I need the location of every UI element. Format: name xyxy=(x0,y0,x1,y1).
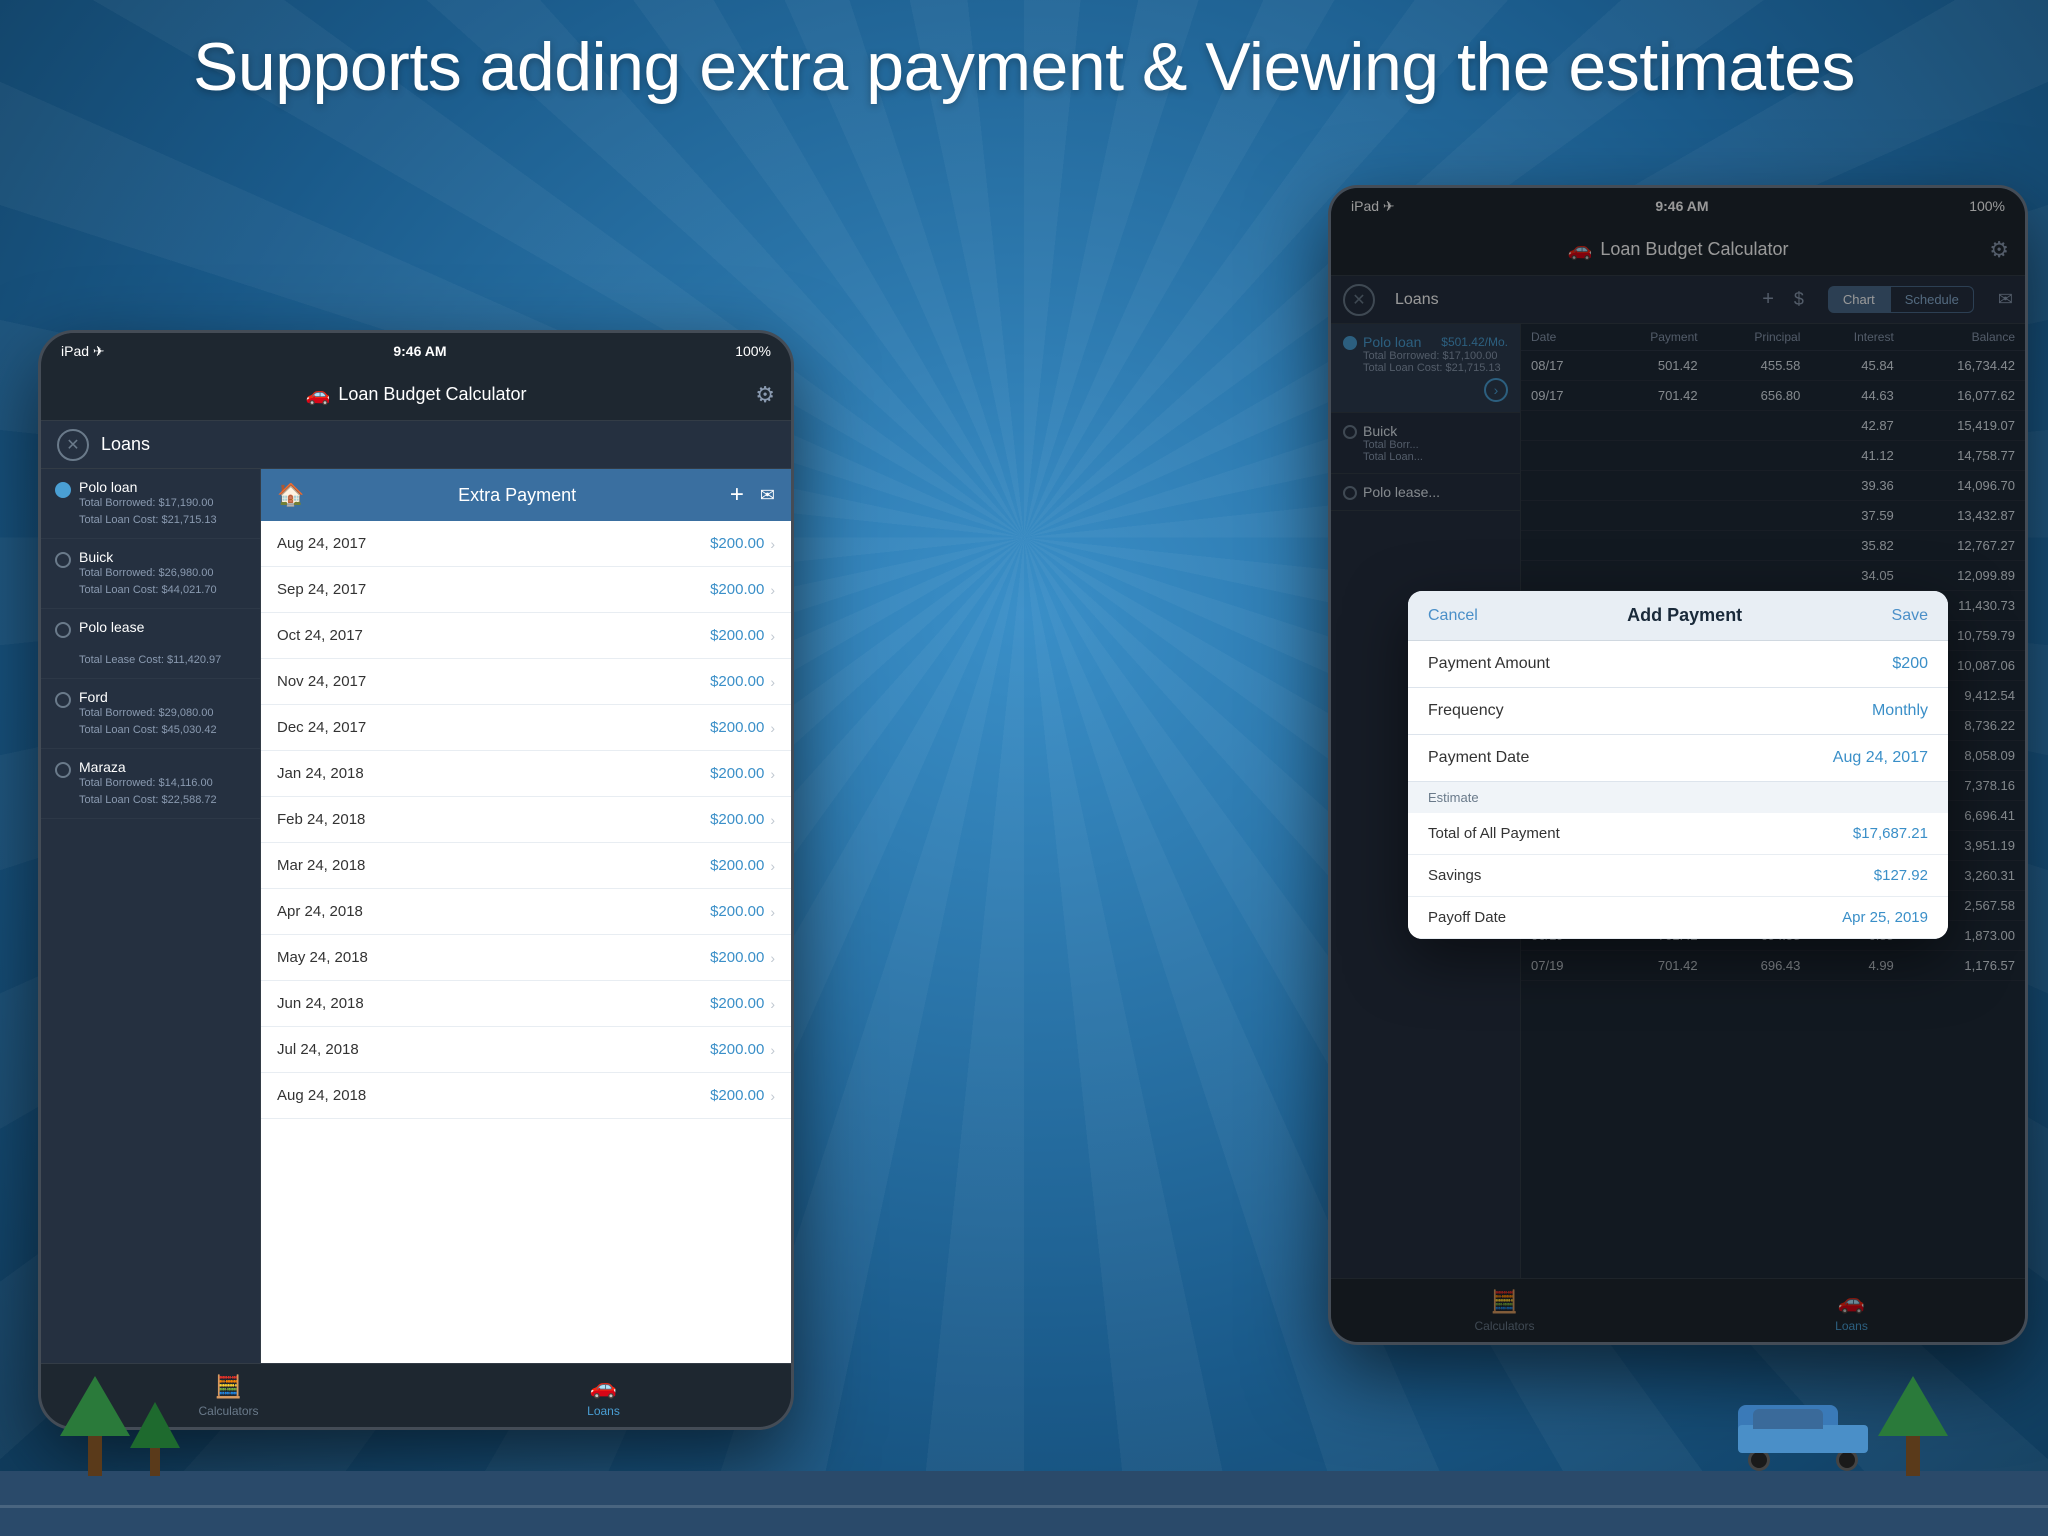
left-loans-bar: ✕ Loans xyxy=(41,421,791,469)
payment-date-label: Payment Date xyxy=(1428,749,1529,767)
modal-cancel-button[interactable]: Cancel xyxy=(1428,607,1478,625)
payment-list: Aug 24, 2017 $200.00 › Sep 24, 2017 $200… xyxy=(261,521,791,1119)
tab-loans[interactable]: 🚗 Loans xyxy=(416,1364,791,1427)
modal-overlay: Cancel Add Payment Save Payment Amount $… xyxy=(1331,188,2025,1342)
left-ipad: iPad ✈ 9:46 AM 100% 🚗 Loan Budget Calcul… xyxy=(38,330,794,1430)
tab-calculators[interactable]: 🧮 Calculators xyxy=(41,1364,416,1427)
modal-save-button[interactable]: Save xyxy=(1892,607,1928,625)
list-item[interactable]: Dec 24, 2017 $200.00 › xyxy=(261,705,791,751)
add-payment-modal: Cancel Add Payment Save Payment Amount $… xyxy=(1408,591,1948,939)
list-item[interactable]: Polo loan Total Borrowed: $17,190.00Tota… xyxy=(41,469,260,539)
left-sidebar: Polo loan Total Borrowed: $17,190.00Tota… xyxy=(41,469,261,1363)
total-payment-row: Total of All Payment $17,687.21 xyxy=(1408,813,1948,855)
list-item[interactable]: Jan 24, 2018 $200.00 › xyxy=(261,751,791,797)
frequency-value[interactable]: Monthly xyxy=(1872,702,1928,720)
loan-detail-maraza: Total Borrowed: $14,116.00Total Loan Cos… xyxy=(79,775,217,808)
left-status-right: 100% xyxy=(735,343,771,359)
loan-detail-buick: Total Borrowed: $26,980.00Total Loan Cos… xyxy=(79,565,217,598)
list-item[interactable]: Mar 24, 2018 $200.00 › xyxy=(261,843,791,889)
list-item[interactable]: Sep 24, 2017 $200.00 › xyxy=(261,567,791,613)
left-back-button[interactable]: ✕ xyxy=(57,429,89,461)
payment-amount-value[interactable]: $200 xyxy=(1892,655,1928,673)
modal-title: Add Payment xyxy=(1627,605,1742,626)
left-nav-bar: 🚗 Loan Budget Calculator ⚙ xyxy=(41,369,791,421)
loan-radio-ford[interactable] xyxy=(55,692,71,708)
right-ipad: iPad ✈ 9:46 AM 100% 🚗 Loan Budget Calcul… xyxy=(1328,185,2028,1345)
savings-value: $127.92 xyxy=(1874,867,1928,884)
total-payment-value: $17,687.21 xyxy=(1853,825,1928,842)
list-item[interactable]: Buick Total Borrowed: $26,980.00Total Lo… xyxy=(41,539,260,609)
loans-icon: 🚗 xyxy=(590,1374,617,1400)
loan-name-buick: Buick xyxy=(79,549,217,565)
list-item[interactable]: Feb 24, 2018 $200.00 › xyxy=(261,797,791,843)
left-loans-title: Loans xyxy=(101,434,775,455)
left-tab-bar: 🧮 Calculators 🚗 Loans xyxy=(41,1363,791,1427)
loan-radio-buick[interactable] xyxy=(55,552,71,568)
calculators-icon: 🧮 xyxy=(215,1374,242,1400)
list-item[interactable]: Polo lease Total Lease Cost: $11,420.97 xyxy=(41,609,260,679)
frequency-row: Frequency Monthly xyxy=(1408,688,1948,735)
left-status-time: 9:46 AM xyxy=(393,343,446,359)
payoff-date-row: Payoff Date Apr 25, 2019 xyxy=(1408,897,1948,939)
list-item[interactable]: Maraza Total Borrowed: $14,116.00Total L… xyxy=(41,749,260,819)
loan-radio-maraza[interactable] xyxy=(55,762,71,778)
list-item[interactable]: Nov 24, 2017 $200.00 › xyxy=(261,659,791,705)
modal-header: Cancel Add Payment Save xyxy=(1408,591,1948,641)
list-item[interactable]: Jul 24, 2018 $200.00 › xyxy=(261,1027,791,1073)
payment-date-row: Payment Date Aug 24, 2017 xyxy=(1408,735,1948,782)
left-gear-button[interactable]: ⚙ xyxy=(755,382,775,408)
left-nav-icon: 🚗 xyxy=(305,382,330,407)
loan-name-polo: Polo loan xyxy=(79,479,217,495)
loan-radio-polol[interactable] xyxy=(55,622,71,638)
loan-name-ford: Ford xyxy=(79,689,217,705)
payoff-date-label: Payoff Date xyxy=(1428,909,1506,926)
payment-date-value[interactable]: Aug 24, 2017 xyxy=(1833,749,1928,767)
headline: Supports adding extra payment & Viewing … xyxy=(0,28,2048,106)
loan-name-maraza: Maraza xyxy=(79,759,217,775)
total-payment-label: Total of All Payment xyxy=(1428,825,1560,842)
payoff-date-value: Apr 25, 2019 xyxy=(1842,909,1928,926)
payment-amount-row: Payment Amount $200 xyxy=(1408,641,1948,688)
ep-home-button[interactable]: 🏠 xyxy=(277,482,304,508)
extra-payment-panel: 🏠 Extra Payment + ✉ Aug 24, 2017 $200.00… xyxy=(261,469,791,1363)
ep-mail-button[interactable]: ✉ xyxy=(760,485,775,506)
ep-title: Extra Payment xyxy=(458,485,576,506)
frequency-label: Frequency xyxy=(1428,702,1504,720)
estimate-section-header: Estimate xyxy=(1408,782,1948,813)
savings-label: Savings xyxy=(1428,867,1481,884)
left-status-left: iPad ✈ xyxy=(61,343,105,360)
loan-detail-polol: Total Lease Cost: $11,420.97 xyxy=(79,635,221,668)
list-item[interactable]: Oct 24, 2017 $200.00 › xyxy=(261,613,791,659)
tab-loans-label: Loans xyxy=(587,1404,620,1418)
tab-calculators-label: Calculators xyxy=(198,1404,258,1418)
left-content: Polo loan Total Borrowed: $17,190.00Tota… xyxy=(41,469,791,1363)
list-item[interactable]: Aug 24, 2018 $200.00 › xyxy=(261,1073,791,1119)
payment-amount-label: Payment Amount xyxy=(1428,655,1550,673)
loan-radio-polo[interactable] xyxy=(55,482,71,498)
loan-name-polol: Polo lease xyxy=(79,619,221,635)
left-status-bar: iPad ✈ 9:46 AM 100% xyxy=(41,333,791,369)
extra-payment-header: 🏠 Extra Payment + ✉ xyxy=(261,469,791,521)
list-item[interactable]: Apr 24, 2018 $200.00 › xyxy=(261,889,791,935)
list-item[interactable]: Aug 24, 2017 $200.00 › xyxy=(261,521,791,567)
left-nav-title: Loan Budget Calculator xyxy=(338,384,526,405)
loan-detail-ford: Total Borrowed: $29,080.00Total Loan Cos… xyxy=(79,705,217,738)
list-item[interactable]: Ford Total Borrowed: $29,080.00Total Loa… xyxy=(41,679,260,749)
modal-body: Payment Amount $200 Frequency Monthly Pa… xyxy=(1408,641,1948,939)
loan-detail-polo: Total Borrowed: $17,190.00Total Loan Cos… xyxy=(79,495,217,528)
savings-row: Savings $127.92 xyxy=(1408,855,1948,897)
ep-add-button[interactable]: + xyxy=(730,481,744,509)
list-item[interactable]: May 24, 2018 $200.00 › xyxy=(261,935,791,981)
list-item[interactable]: Jun 24, 2018 $200.00 › xyxy=(261,981,791,1027)
